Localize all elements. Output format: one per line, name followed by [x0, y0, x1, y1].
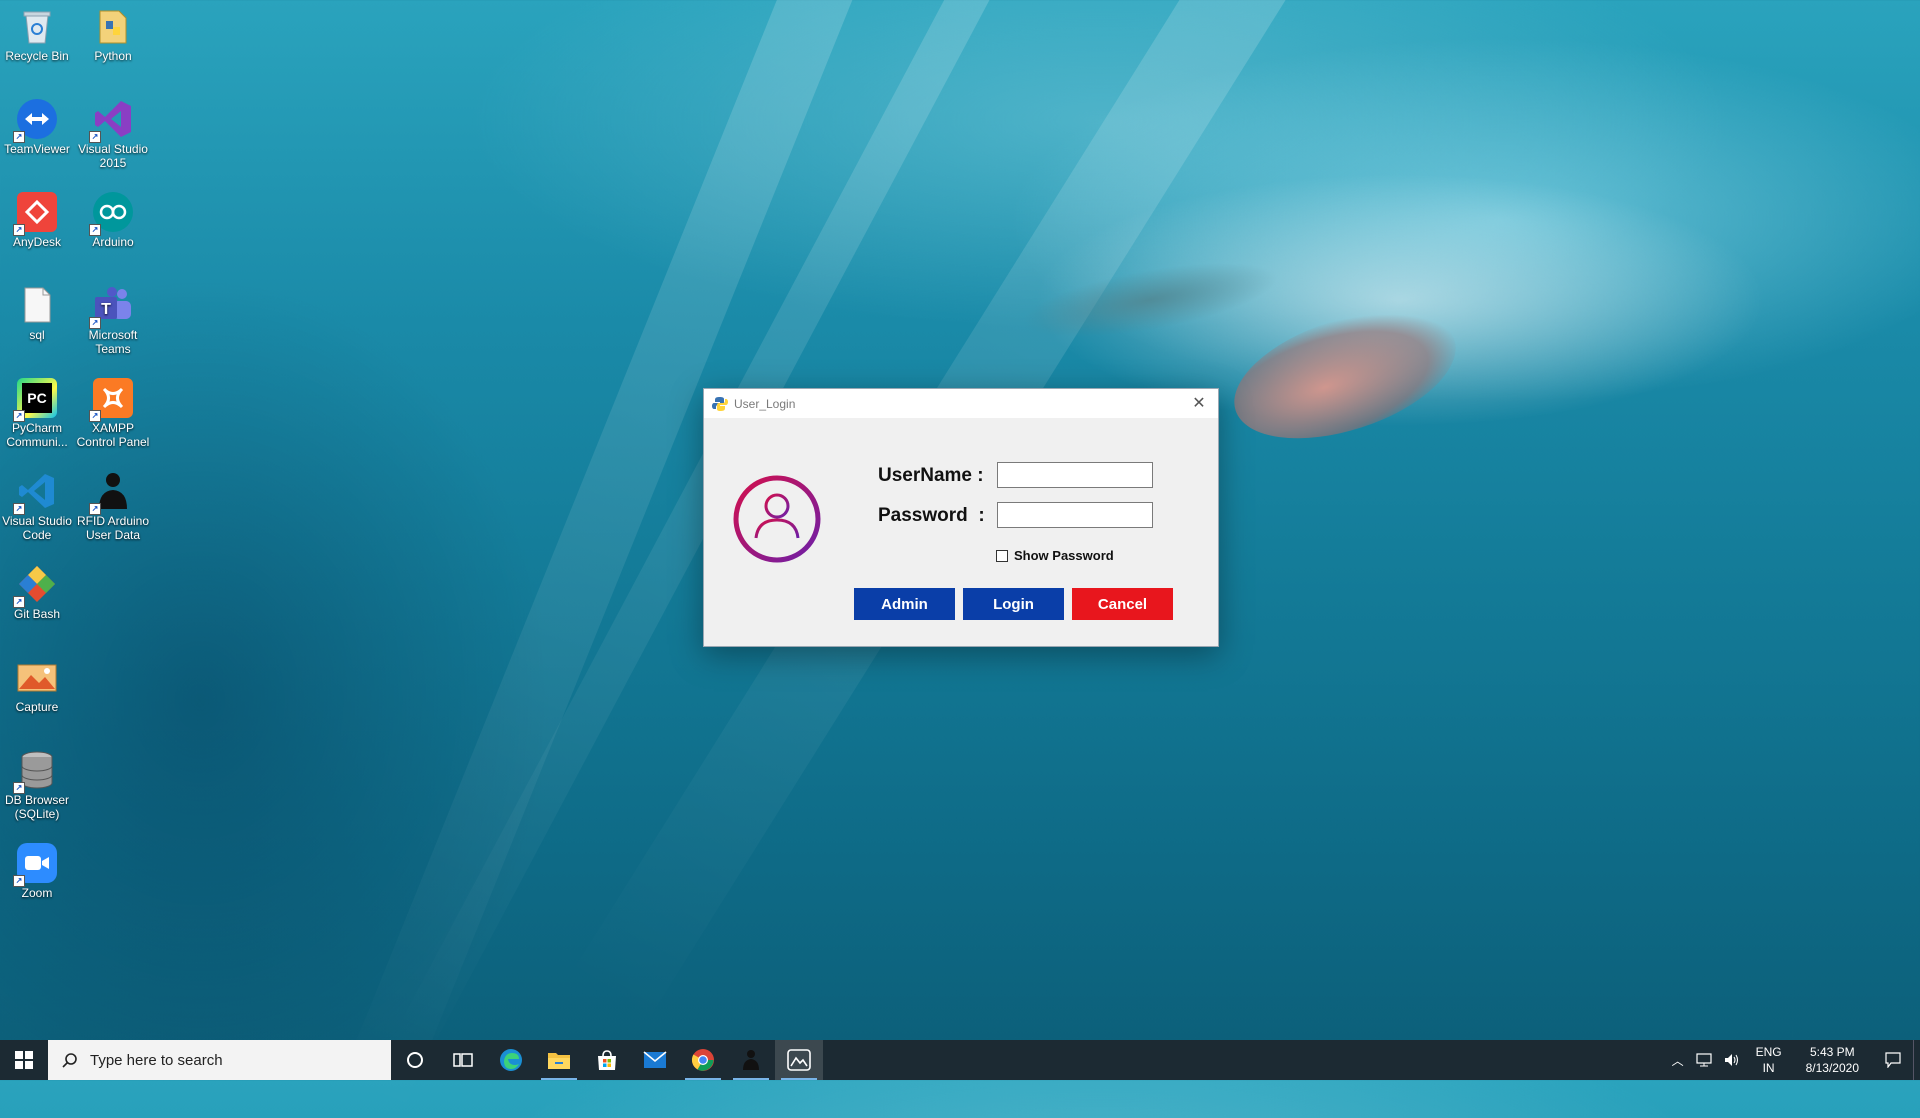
- cortana-icon: [407, 1052, 423, 1068]
- login-button[interactable]: Login: [963, 588, 1064, 620]
- desktop-icon-capture[interactable]: Capture: [0, 651, 74, 714]
- password-label: Password :: [878, 505, 985, 526]
- anydesk-icon: ↗: [13, 192, 57, 236]
- close-icon: ✕: [1192, 395, 1206, 412]
- chevron-up-icon: ︿: [1671, 1053, 1684, 1068]
- show-password-label: Show Password: [1014, 548, 1114, 563]
- clock-time: 5:43 PM: [1809, 1045, 1855, 1059]
- edge-icon: [500, 1049, 522, 1071]
- desktop-icon-anydesk[interactable]: ↗ AnyDesk: [0, 186, 74, 249]
- search-placeholder: Type here to search: [90, 1051, 223, 1069]
- taskbar-user-app[interactable]: [727, 1040, 775, 1080]
- cortana-button[interactable]: [391, 1040, 439, 1080]
- desktop-icon-python[interactable]: Python: [76, 0, 150, 63]
- desktop-icon-zoom[interactable]: ↗ Zoom: [0, 837, 74, 900]
- taskbar-search-box[interactable]: Type here to search: [48, 1040, 391, 1080]
- checkbox-box[interactable]: [996, 549, 1008, 562]
- desktop-icon-vscode[interactable]: ↗ Visual Studio Code: [0, 465, 74, 542]
- desktop-icon-teams[interactable]: T ↗ Microsoft Teams: [76, 279, 150, 356]
- xampp-icon: ↗: [89, 378, 133, 422]
- arduino-icon: ↗: [89, 192, 133, 236]
- task-view-icon: [453, 1053, 473, 1067]
- recycle-bin-icon: [17, 6, 57, 46]
- password-input[interactable]: [997, 502, 1153, 528]
- notification-icon: [1885, 1052, 1901, 1068]
- windows-logo-icon: [15, 1051, 33, 1069]
- visual-studio-icon: ↗: [89, 99, 133, 143]
- taskbar-python-app[interactable]: [775, 1040, 823, 1080]
- teams-icon: T ↗: [89, 285, 133, 329]
- desktop-icon-rfid-arduino[interactable]: ↗ RFID Arduino User Data: [76, 465, 150, 542]
- taskbar-store[interactable]: [583, 1040, 631, 1080]
- show-hidden-icons-button[interactable]: ︿: [1666, 1040, 1690, 1080]
- pycharm-icon: PC ↗: [13, 378, 57, 422]
- user-app-icon: [743, 1050, 759, 1070]
- taskbar-mail[interactable]: [631, 1040, 679, 1080]
- desktop-icon-xampp[interactable]: ↗ XAMPP Control Panel: [76, 372, 150, 449]
- wallpaper-tail: [1218, 287, 1472, 463]
- taskbar: Type here to search ︿ ENG IN 5:43 PM 8/1…: [0, 1040, 1920, 1080]
- clock[interactable]: 5:43 PM 8/13/2020: [1792, 1044, 1873, 1076]
- user-silhouette-icon: ↗: [89, 471, 133, 515]
- mail-icon: [643, 1051, 667, 1068]
- dialog-body: UserName : Password : Show Password Admi…: [704, 418, 1218, 646]
- volume-button[interactable]: [1718, 1040, 1746, 1080]
- task-view-button[interactable]: [439, 1040, 487, 1080]
- cancel-button[interactable]: Cancel: [1072, 588, 1173, 620]
- desktop-icon-visual-studio[interactable]: ↗ Visual Studio 2015: [76, 93, 150, 170]
- vscode-icon: ↗: [13, 471, 57, 515]
- desktop-icon-sql[interactable]: sql: [0, 279, 74, 342]
- action-center-button[interactable]: [1873, 1040, 1913, 1080]
- dialog-title-bar[interactable]: User_Login ✕: [704, 389, 1218, 418]
- store-icon: [598, 1050, 616, 1070]
- desktop-icon-git-bash[interactable]: ↗ Git Bash: [0, 558, 74, 621]
- dialog-title: User_Login: [734, 396, 796, 411]
- volume-icon: [1724, 1054, 1738, 1066]
- language-code: ENG: [1755, 1045, 1782, 1059]
- desktop-icon-db-browser[interactable]: ↗ DB Browser (SQLite): [0, 744, 74, 821]
- username-input[interactable]: [997, 462, 1153, 488]
- close-button[interactable]: ✕: [1186, 391, 1212, 415]
- username-label: UserName :: [878, 465, 984, 486]
- language-indicator[interactable]: ENG IN: [1746, 1044, 1792, 1076]
- taskbar-chrome[interactable]: [679, 1040, 727, 1080]
- text-file-icon: [17, 285, 57, 325]
- git-bash-icon: ↗: [13, 564, 57, 608]
- user-avatar-icon: [733, 475, 821, 563]
- taskbar-edge[interactable]: [487, 1040, 535, 1080]
- teamviewer-icon: ↗: [13, 99, 57, 143]
- start-button[interactable]: [0, 1040, 48, 1080]
- svg-text:T: T: [101, 301, 111, 318]
- desktop-icon-teamviewer[interactable]: ↗ TeamViewer: [0, 93, 74, 156]
- desktop-icon-arduino[interactable]: ↗ Arduino: [76, 186, 150, 249]
- database-icon: ↗: [13, 750, 57, 794]
- show-password-checkbox[interactable]: Show Password: [996, 548, 1114, 563]
- system-tray: ︿ ENG IN 5:43 PM 8/13/2020: [1666, 1040, 1920, 1080]
- network-icon: [1695, 1053, 1712, 1067]
- chrome-icon: [691, 1049, 714, 1071]
- show-desktop-button[interactable]: [1913, 1040, 1920, 1080]
- network-button[interactable]: [1690, 1040, 1718, 1080]
- admin-button[interactable]: Admin: [854, 588, 955, 620]
- desktop-icon-recycle-bin[interactable]: Recycle Bin: [0, 0, 74, 63]
- file-explorer-icon: [548, 1053, 570, 1069]
- desktop-icon-pycharm[interactable]: PC ↗ PyCharm Communi...: [0, 372, 74, 449]
- image-icon: [17, 657, 57, 697]
- python-app-icon: [787, 1049, 811, 1071]
- python-folder-icon: [93, 6, 133, 46]
- user-login-dialog: User_Login ✕ UserName : Password : Show …: [703, 388, 1219, 647]
- zoom-icon: ↗: [13, 843, 57, 887]
- search-icon: [62, 1053, 77, 1068]
- taskbar-file-explorer[interactable]: [535, 1040, 583, 1080]
- python-app-icon: [712, 396, 728, 411]
- region-code: IN: [1762, 1061, 1775, 1075]
- clock-date: 8/13/2020: [1805, 1061, 1859, 1075]
